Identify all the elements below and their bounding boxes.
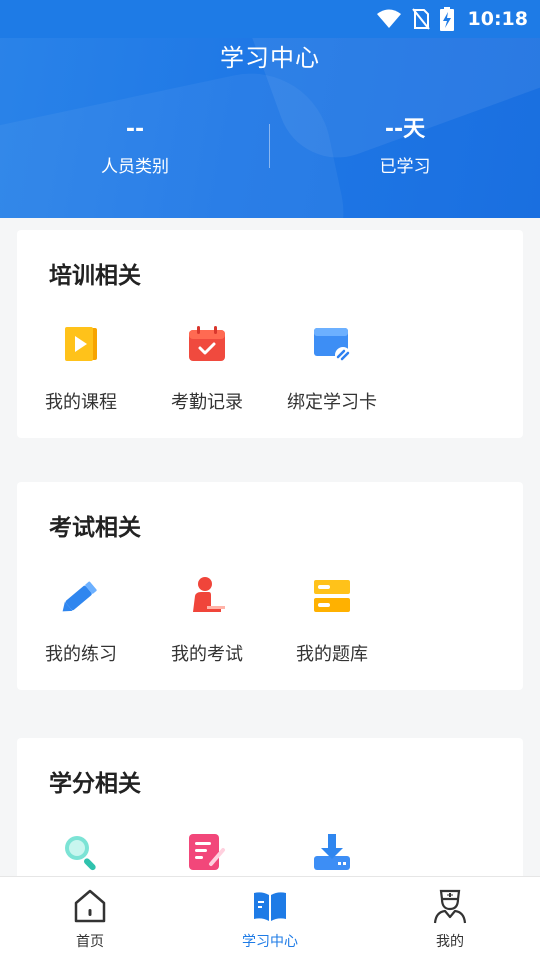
section-title: 考试相关 <box>49 515 141 541</box>
stat-value: -- <box>125 117 145 142</box>
card-link-icon <box>314 328 351 363</box>
section-exam: 考试相关 我的练习 我的考试 我的题库 <box>17 482 523 690</box>
nav-learning-center[interactable]: 学习中心 <box>180 877 360 960</box>
my-exams-button[interactable]: 我的考试 <box>144 572 270 682</box>
bottom-nav: 首页 学习中心 我的 <box>0 876 540 960</box>
nav-label: 首页 <box>76 934 104 950</box>
section-title: 学分相关 <box>49 771 141 797</box>
bind-study-card-button[interactable]: 绑定学习卡 <box>269 320 395 430</box>
status-bar: 10:18 <box>0 0 540 38</box>
no-sim-icon <box>411 8 430 30</box>
nav-label: 我的 <box>436 934 464 950</box>
section-training: 培训相关 我的课程 考勤记录 绑定学习卡 <box>17 230 523 438</box>
header: 10:18 学习中心 -- 人员类别 --天 已学习 <box>0 0 540 218</box>
item-label: 我的课程 <box>45 392 117 413</box>
status-time: 10:18 <box>467 8 528 30</box>
play-video-icon <box>65 327 97 361</box>
nav-home[interactable]: 首页 <box>0 877 180 960</box>
attendance-records-button[interactable]: 考勤记录 <box>144 320 270 430</box>
battery-charging-icon <box>439 7 454 31</box>
download-icon <box>314 834 350 870</box>
item-label: 绑定学习卡 <box>287 392 377 413</box>
item-label: 考勤记录 <box>171 392 243 413</box>
my-courses-button[interactable]: 我的课程 <box>18 320 144 430</box>
section-credits: 学分相关 <box>17 738 523 898</box>
stat-personnel-type: -- 人员类别 <box>0 114 270 177</box>
stat-days-studied: --天 已学习 <box>270 114 540 177</box>
section-title: 培训相关 <box>49 263 141 289</box>
my-question-bank-button[interactable]: 我的题库 <box>269 572 395 682</box>
item-label: 我的练习 <box>45 644 117 665</box>
home-icon <box>74 889 106 923</box>
nurse-profile-icon <box>433 889 467 924</box>
database-icon <box>314 580 350 612</box>
exam-person-icon <box>193 577 225 612</box>
book-icon <box>254 892 286 921</box>
item-label: 我的题库 <box>296 644 368 665</box>
wifi-icon <box>376 9 401 28</box>
edit-note-icon <box>189 834 225 870</box>
stat-label: 人员类别 <box>101 157 169 177</box>
search-icon <box>65 836 96 871</box>
nav-label: 学习中心 <box>242 934 298 950</box>
item-label: 我的考试 <box>171 644 243 665</box>
stat-label: 已学习 <box>379 157 431 177</box>
my-practice-button[interactable]: 我的练习 <box>18 572 144 682</box>
stat-value: --天 <box>384 117 426 142</box>
page-title: 学习中心 <box>220 44 320 72</box>
pencil-icon <box>62 581 97 612</box>
nav-mine[interactable]: 我的 <box>360 877 540 960</box>
calendar-check-icon <box>189 326 225 361</box>
